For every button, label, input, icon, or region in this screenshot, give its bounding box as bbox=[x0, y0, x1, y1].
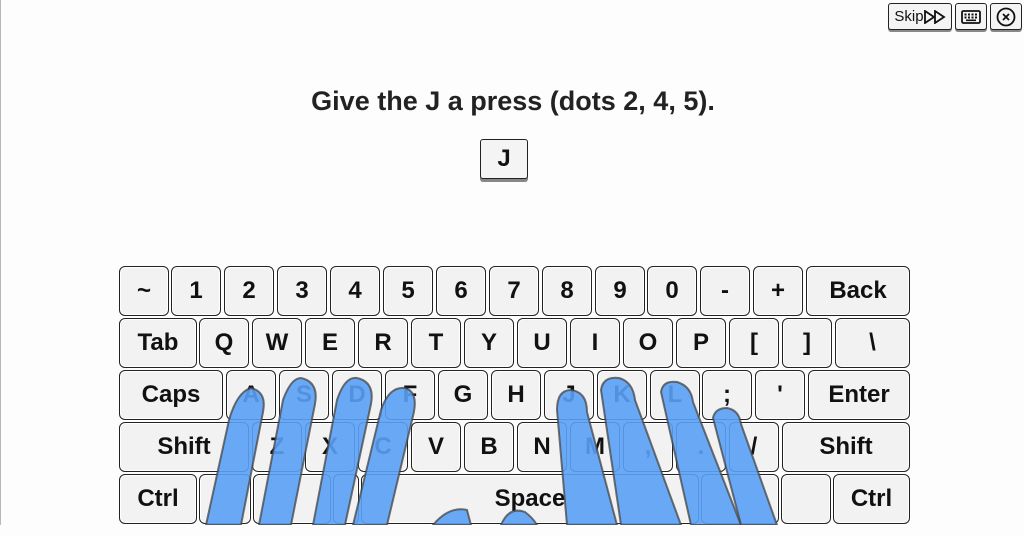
key-minus[interactable]: - bbox=[700, 266, 750, 316]
key-ctrl[interactable]: Ctrl bbox=[119, 474, 197, 524]
key-m[interactable]: M bbox=[570, 422, 620, 472]
key-q[interactable]: Q bbox=[199, 318, 249, 368]
key-right-bracket[interactable]: ] bbox=[782, 318, 832, 368]
lesson-prompt: Give the J a press (dots 2, 4, 5). bbox=[311, 86, 715, 116]
key-v[interactable]: V bbox=[411, 422, 461, 472]
key-blank[interactable] bbox=[333, 474, 359, 524]
key-n[interactable]: N bbox=[517, 422, 567, 472]
keyboard-icon bbox=[961, 9, 981, 24]
key-plus[interactable]: + bbox=[753, 266, 803, 316]
skip-label: Skip bbox=[894, 8, 924, 25]
key-quote[interactable]: ' bbox=[755, 370, 805, 420]
key-semicolon[interactable]: ; bbox=[702, 370, 752, 420]
key-f[interactable]: F bbox=[385, 370, 435, 420]
key-ctrl[interactable]: Ctrl bbox=[833, 474, 910, 524]
key-9[interactable]: 9 bbox=[595, 266, 645, 316]
key-tab[interactable]: Tab bbox=[119, 318, 197, 368]
key-u[interactable]: U bbox=[517, 318, 567, 368]
double-play-icon bbox=[923, 9, 946, 24]
key-space[interactable]: Space bbox=[361, 474, 699, 524]
key-t[interactable]: T bbox=[411, 318, 461, 368]
key-z[interactable]: Z bbox=[252, 422, 302, 472]
key-h[interactable]: H bbox=[491, 370, 541, 420]
virtual-keyboard: ~1 2 3 4 5 6 7 8 9 0- + Back Tab Q W E R T Y U I O P[] \ Caps A S D… bbox=[119, 266, 913, 536]
close-circle-icon bbox=[996, 7, 1016, 26]
toolbar: Skip bbox=[888, 3, 1022, 30]
key-j[interactable]: J bbox=[544, 370, 594, 420]
key-left-bracket[interactable]: [ bbox=[729, 318, 779, 368]
key-l[interactable]: L bbox=[650, 370, 700, 420]
key-i[interactable]: I bbox=[570, 318, 620, 368]
keyboard-toggle-button[interactable] bbox=[955, 3, 987, 30]
key-shift[interactable]: Shift bbox=[119, 422, 249, 472]
key-tilde[interactable]: ~ bbox=[119, 266, 169, 316]
key-d[interactable]: D bbox=[332, 370, 382, 420]
key-back[interactable]: Back bbox=[806, 266, 910, 316]
skip-button[interactable]: Skip bbox=[888, 3, 952, 30]
key-shift[interactable]: Shift bbox=[782, 422, 910, 472]
key-0[interactable]: 0 bbox=[647, 266, 697, 316]
key-8[interactable]: 8 bbox=[542, 266, 592, 316]
key-p[interactable]: P bbox=[676, 318, 726, 368]
key-a[interactable]: A bbox=[226, 370, 276, 420]
key-comma[interactable]: , bbox=[623, 422, 673, 472]
key-backslash[interactable]: \ bbox=[835, 318, 910, 368]
key-6[interactable]: 6 bbox=[436, 266, 486, 316]
key-5[interactable]: 5 bbox=[383, 266, 433, 316]
key-k[interactable]: K bbox=[597, 370, 647, 420]
key-r[interactable]: R bbox=[358, 318, 408, 368]
key-w[interactable]: W bbox=[252, 318, 302, 368]
key-4[interactable]: 4 bbox=[330, 266, 380, 316]
key-blank[interactable] bbox=[199, 474, 251, 524]
key-1[interactable]: 1 bbox=[171, 266, 221, 316]
key-blank[interactable] bbox=[701, 474, 779, 524]
key-3[interactable]: 3 bbox=[277, 266, 327, 316]
key-blank[interactable] bbox=[253, 474, 331, 524]
key-g[interactable]: G bbox=[438, 370, 488, 420]
key-s[interactable]: S bbox=[279, 370, 329, 420]
key-7[interactable]: 7 bbox=[489, 266, 539, 316]
key-o[interactable]: O bbox=[623, 318, 673, 368]
target-key: J bbox=[480, 139, 528, 179]
key-enter[interactable]: Enter bbox=[808, 370, 910, 420]
key-x[interactable]: X bbox=[305, 422, 355, 472]
key-blank[interactable] bbox=[781, 474, 831, 524]
key-caps[interactable]: Caps bbox=[119, 370, 223, 420]
key-y[interactable]: Y bbox=[464, 318, 514, 368]
key-e[interactable]: E bbox=[305, 318, 355, 368]
key-slash[interactable]: / bbox=[729, 422, 779, 472]
key-b[interactable]: B bbox=[464, 422, 514, 472]
close-button[interactable] bbox=[990, 3, 1022, 30]
key-period[interactable]: . bbox=[676, 422, 726, 472]
key-2[interactable]: 2 bbox=[224, 266, 274, 316]
key-c[interactable]: C bbox=[358, 422, 408, 472]
